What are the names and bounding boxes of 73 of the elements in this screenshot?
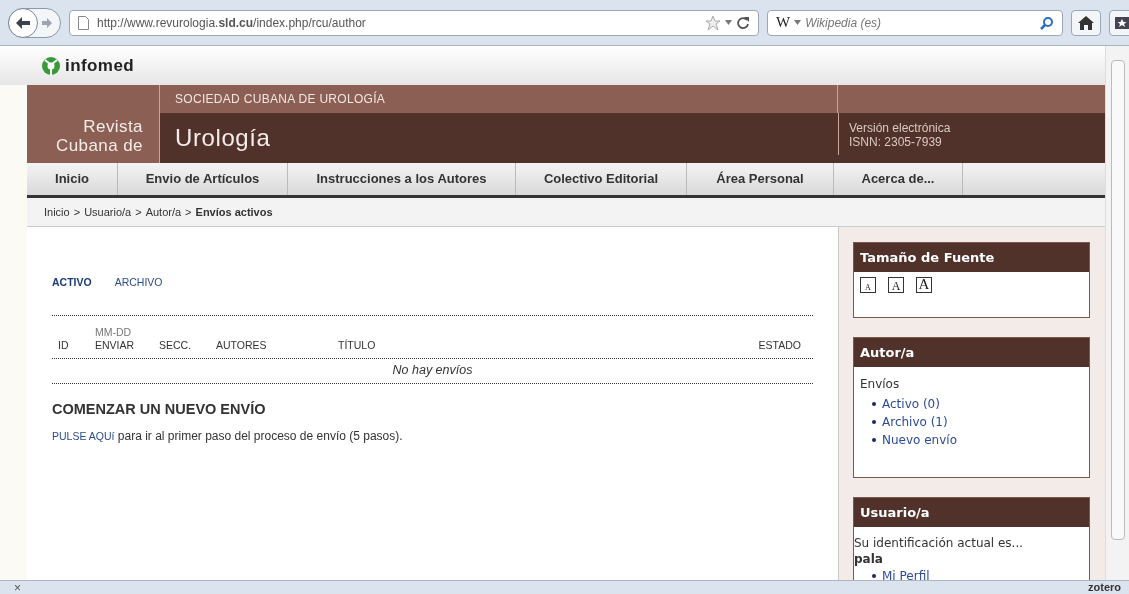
forward-arrow-icon: [41, 16, 53, 29]
edition-info: Versión electrónica: [849, 121, 951, 135]
nav-link[interactable]: Instrucciones a los Autores: [288, 163, 516, 195]
url-text: http://www.revurologia.sld.cu/index.php/rcu/author: [97, 14, 367, 32]
search-input[interactable]: Wikipedia (es): [805, 13, 1036, 32]
search-field[interactable]: W Wikipedia (es): [767, 9, 1063, 36]
tab[interactable]: ACTIVO: [52, 275, 92, 291]
reload-icon[interactable]: [736, 15, 750, 30]
column-header: SECC.: [159, 338, 193, 353]
instruction-text: PULSE AQUí para ir al primer paso del proceso de envío (5 pasos).: [52, 427, 404, 445]
search-icon[interactable]: [1040, 15, 1054, 30]
dropdown-caret-icon[interactable]: [725, 20, 732, 25]
back-button[interactable]: [8, 7, 38, 38]
breadcrumb-link[interactable]: Usuario/a: [84, 203, 132, 221]
tab[interactable]: ARCHIVO: [114, 275, 163, 291]
column-header: TÍTULO: [338, 338, 377, 353]
empty-message: No hay envíos: [392, 362, 473, 380]
journal-prefix: Cubana de: [56, 136, 143, 155]
home-icon: [1078, 15, 1094, 30]
bookmarks-button[interactable]: [1109, 9, 1129, 36]
star-icon[interactable]: [705, 14, 721, 31]
dropdown-caret-icon[interactable]: [794, 20, 802, 25]
section-heading: COMENZAR UN NUEVO ENVÍO: [52, 399, 267, 419]
column-header: ENVIAR: [95, 338, 136, 353]
column-subheader: MM-DD: [95, 327, 133, 338]
back-arrow-icon: [15, 15, 31, 30]
close-button[interactable]: ×: [14, 581, 21, 594]
addon-label[interactable]: zotero: [1088, 582, 1121, 593]
column-header: AUTORES: [216, 338, 268, 353]
font-size-button[interactable]: A: [860, 277, 876, 293]
breadcrumb-link[interactable]: Autor/a: [145, 203, 182, 221]
bullet-icon: [872, 420, 876, 424]
page-icon: [78, 15, 89, 30]
column-header: ID: [58, 338, 70, 353]
block-title: Usuario/a: [854, 498, 1089, 527]
brand-name: infomed: [65, 54, 135, 77]
sidebar-link[interactable]: Activo (0): [882, 395, 940, 413]
nav-link[interactable]: Envio de Artículos: [118, 163, 288, 195]
journal-prefix: Revista: [83, 117, 143, 136]
breadcrumb-separator: >: [134, 204, 143, 220]
breadcrumb-separator: >: [72, 204, 82, 220]
edition-info: ISNN: 2305-7939: [849, 135, 943, 149]
column-header: ESTADO: [758, 338, 801, 353]
font-size-button[interactable]: A: [888, 277, 904, 293]
journal-title: Urología: [175, 123, 271, 153]
nav-link[interactable]: Inicio: [27, 163, 118, 195]
block-title: Autor/a: [854, 338, 1089, 367]
scrollbar[interactable]: [1105, 46, 1129, 580]
login-text: Su identificación actual es...: [854, 535, 1025, 551]
address-bar[interactable]: http://www.revurologia.sld.cu/index.php/rcu/author: [69, 9, 759, 36]
sidebar-link[interactable]: Archivo (1): [882, 413, 948, 431]
username: pala: [854, 551, 884, 567]
bullet-icon: [872, 574, 876, 578]
breadcrumb-link[interactable]: Inicio: [44, 203, 70, 221]
home-button[interactable]: [1071, 9, 1101, 36]
scrollbar-thumb[interactable]: [1110, 60, 1125, 540]
breadcrumb-separator: >: [184, 204, 193, 220]
pulse-link[interactable]: PULSE AQUí: [52, 429, 115, 442]
nav-link[interactable]: Colectivo Editorial: [516, 163, 687, 195]
nav-link[interactable]: Acerca de...: [834, 163, 963, 195]
bullet-icon: [872, 438, 876, 442]
society-name: SOCIEDAD CUBANA DE UROLOGÍA: [175, 90, 386, 108]
breadcrumb-current: Envíos activos: [195, 204, 273, 220]
block-label: Envíos: [860, 376, 901, 393]
sidebar-link[interactable]: Nuevo envío: [882, 431, 957, 449]
nav-link[interactable]: Área Personal: [687, 163, 834, 195]
star-box-icon: [1114, 15, 1129, 30]
bullet-icon: [872, 402, 876, 406]
infomed-logo-icon: [41, 55, 61, 76]
search-engine-label: W: [776, 13, 791, 33]
block-title: Tamaño de Fuente: [854, 243, 1089, 272]
sidebar-link[interactable]: Mi Perfil: [882, 567, 930, 580]
font-size-button[interactable]: A: [916, 277, 932, 293]
